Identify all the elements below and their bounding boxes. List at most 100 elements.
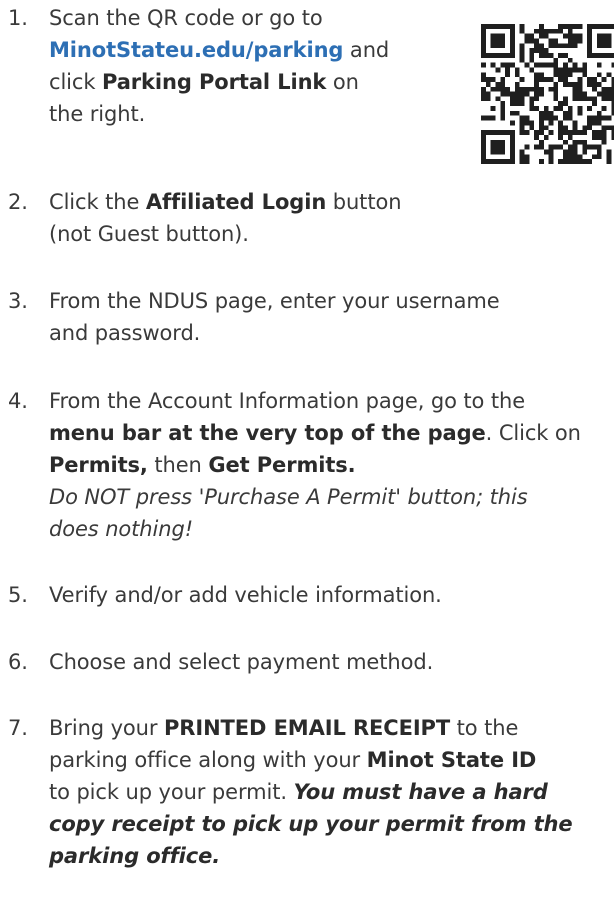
qr-module — [524, 130, 530, 136]
qr-module — [500, 77, 506, 82]
qr-module — [534, 72, 539, 78]
qr-module — [553, 96, 559, 102]
qr-module — [490, 149, 496, 155]
qr-module — [534, 43, 539, 49]
qr-module — [485, 77, 491, 82]
qr-module — [500, 52, 506, 58]
qr-module — [572, 144, 578, 150]
qr-module — [558, 159, 564, 164]
qr-module — [587, 24, 593, 29]
qr-module — [481, 38, 486, 44]
qr-module — [572, 139, 578, 145]
parking-website-link[interactable]: MinotStateu.edu/parking — [49, 38, 343, 62]
qr-module — [529, 96, 535, 102]
qr-module — [548, 120, 554, 126]
qr-module — [481, 144, 486, 150]
qr-module — [509, 24, 515, 29]
qr-module — [596, 135, 602, 140]
qr-module — [495, 81, 501, 87]
qr-module — [509, 149, 515, 155]
qr-module — [572, 149, 578, 155]
qr-module — [543, 110, 549, 116]
qr-module — [567, 33, 573, 39]
qr-module — [543, 77, 549, 82]
qr-module — [558, 144, 564, 150]
qr-module — [529, 86, 535, 92]
qr-module — [572, 96, 578, 102]
qr-module — [481, 62, 486, 68]
qr-module — [500, 115, 506, 121]
qr-module — [596, 24, 602, 29]
qr-module — [572, 130, 578, 136]
qr-module — [601, 91, 607, 97]
qr-module — [519, 86, 525, 92]
qr-module — [567, 24, 573, 29]
qr-module — [601, 96, 607, 102]
qr-module — [514, 101, 520, 107]
qr-module — [553, 62, 559, 68]
qr-module — [577, 86, 583, 92]
qr-module — [490, 52, 496, 58]
step-text: Choose and select payment method. — [49, 646, 614, 678]
qr-module — [563, 149, 568, 155]
qr-module — [500, 43, 506, 49]
qr-module — [567, 149, 573, 155]
qr-module — [519, 96, 525, 102]
qr-module — [481, 86, 486, 92]
qr-module — [519, 48, 525, 53]
qr-module — [514, 110, 520, 116]
qr-module — [563, 110, 568, 116]
qr-module — [485, 130, 491, 136]
qr-module — [485, 159, 491, 164]
qr-module — [563, 72, 568, 78]
qr-module — [567, 67, 573, 73]
qr-module — [558, 77, 564, 82]
qr-code-icon[interactable] — [481, 24, 614, 164]
qr-module — [538, 77, 544, 82]
qr-module — [558, 135, 564, 140]
qr-module — [490, 159, 496, 164]
step-number: 4. — [8, 389, 28, 413]
qr-module — [563, 62, 568, 68]
qr-module — [606, 154, 612, 160]
qr-module — [548, 52, 554, 58]
qr-module — [587, 125, 593, 131]
qr-module — [601, 125, 607, 131]
qr-module — [529, 52, 535, 58]
qr-module — [572, 43, 578, 49]
step-number: 7. — [8, 716, 28, 740]
qr-module — [553, 57, 559, 63]
qr-module — [606, 72, 612, 78]
qr-module — [548, 62, 554, 68]
qr-module — [534, 28, 539, 34]
qr-module — [514, 81, 520, 87]
qr-module — [601, 106, 607, 111]
qr-module — [500, 139, 506, 145]
qr-module — [500, 106, 506, 111]
qr-module — [529, 33, 535, 39]
qr-module — [577, 67, 583, 73]
qr-module — [490, 24, 496, 29]
qr-module — [481, 135, 486, 140]
qr-module — [563, 67, 568, 73]
qr-module — [519, 130, 525, 136]
qr-module — [538, 33, 544, 39]
step-line: menu bar at the very top of the page. Cl… — [49, 421, 581, 445]
qr-module — [606, 52, 612, 58]
qr-module — [558, 72, 564, 78]
qr-module — [587, 33, 593, 39]
qr-module — [558, 43, 564, 49]
qr-module — [534, 91, 539, 97]
qr-module — [553, 106, 559, 111]
qr-module — [567, 72, 573, 78]
qr-module — [529, 48, 535, 53]
qr-module — [592, 77, 597, 82]
qr-module — [592, 120, 597, 126]
qr-module — [582, 72, 588, 78]
qr-module — [534, 144, 539, 150]
qr-module — [519, 24, 525, 29]
qr-module — [481, 149, 486, 155]
qr-module — [553, 115, 559, 121]
step-line: Do NOT press 'Purchase A Permit' button;… — [49, 485, 528, 509]
qr-module — [519, 125, 525, 131]
